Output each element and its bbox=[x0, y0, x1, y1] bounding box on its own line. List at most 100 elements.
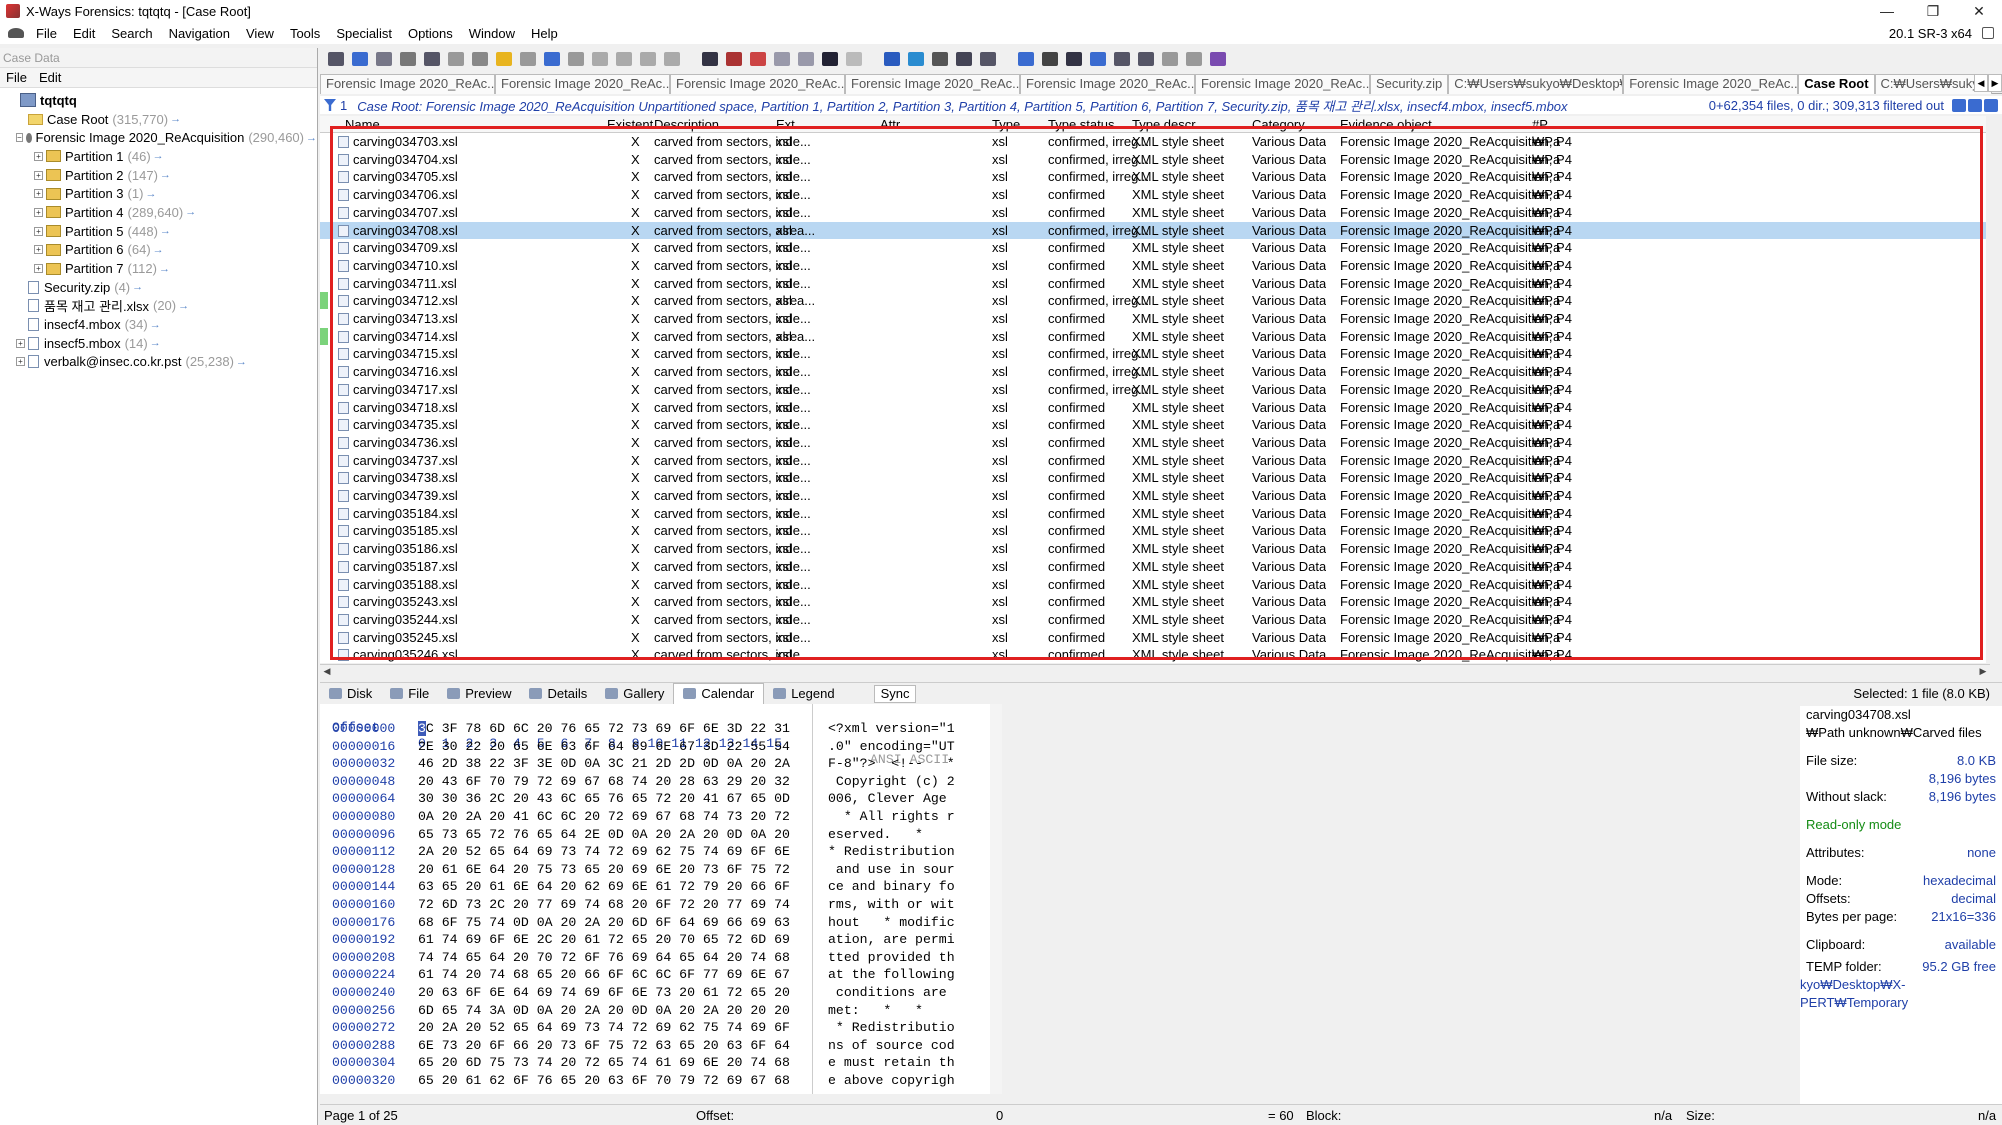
tree-node[interactable]: insecf4.mbox (34) → bbox=[0, 315, 317, 334]
expand-icon[interactable]: + bbox=[34, 245, 43, 255]
toolbar-button-icon[interactable] bbox=[1042, 52, 1058, 66]
tree-node[interactable]: + Partition 1 (46) → bbox=[0, 147, 317, 166]
hex-bytes[interactable]: 6D 65 74 3A 0D 0A 20 2A 20 0D 0A 20 2A 2… bbox=[418, 1002, 790, 1020]
sync-button[interactable]: Sync bbox=[873, 684, 917, 703]
hex-ascii[interactable]: tted provided th bbox=[828, 949, 955, 967]
table-row[interactable]: carving034703.xsl Xcarved from sectors, i… bbox=[320, 133, 1990, 151]
table-row[interactable]: carving034735.xsl Xcarved from sectors, i… bbox=[320, 416, 1990, 434]
app-menu-icon[interactable] bbox=[8, 28, 24, 38]
table-row[interactable]: carving034712.xsl Xcarved from sectors, a… bbox=[320, 292, 1990, 310]
link-arrow-icon[interactable]: → bbox=[145, 188, 156, 200]
hex-ascii[interactable]: * All rights r bbox=[828, 808, 955, 826]
hex-ascii[interactable]: hout * modific bbox=[828, 914, 955, 932]
menu-edit[interactable]: Edit bbox=[65, 26, 103, 41]
hex-ascii[interactable]: <?xml version="1 bbox=[828, 720, 955, 738]
link-arrow-icon[interactable]: → bbox=[178, 300, 189, 312]
tree-node[interactable]: 품목 재고 관리.xlsx (20) → bbox=[0, 297, 317, 316]
tab-8[interactable]: C:₩Users₩sukyo₩Desktop₩품... bbox=[1448, 74, 1624, 94]
hex-bytes[interactable]: 6E 73 20 6F 66 20 73 6F 75 72 63 65 20 6… bbox=[418, 1037, 790, 1055]
hex-bytes[interactable]: 61 74 69 6F 6E 2C 20 61 72 65 20 70 65 7… bbox=[418, 931, 790, 949]
toolbar-button-icon[interactable] bbox=[520, 52, 536, 66]
link-arrow-icon[interactable]: → bbox=[236, 356, 247, 368]
hex-ascii[interactable]: rms, with or wit bbox=[828, 896, 955, 914]
menu-options[interactable]: Options bbox=[400, 26, 461, 41]
tree-node[interactable]: − Forensic Image 2020_ReAcquisition (290,4… bbox=[0, 128, 317, 147]
tree-node[interactable]: + verbalk@insec.co.kr.pst (25,238) → bbox=[0, 353, 317, 372]
table-row[interactable]: carving034708.xsl Xcarved from sectors, a… bbox=[320, 221, 1990, 240]
table-row[interactable]: carving034709.xsl Xcarved from sectors, i… bbox=[320, 239, 1990, 257]
funnel-icon[interactable] bbox=[1984, 98, 1998, 112]
lower-tab-legend[interactable]: Legend bbox=[764, 683, 843, 705]
column-header-1[interactable]: Name bbox=[345, 116, 380, 133]
tab-prev-icon[interactable]: ◀ bbox=[1974, 74, 1988, 92]
toolbar-button-icon[interactable] bbox=[424, 52, 440, 66]
hex-ascii[interactable]: ns of source cod bbox=[828, 1037, 955, 1055]
tree-node[interactable]: Case Root (315,770) → bbox=[0, 110, 317, 129]
hex-bytes[interactable]: 20 61 6E 64 20 75 73 65 20 69 6E 20 73 6… bbox=[418, 861, 790, 879]
hex-ascii[interactable]: ation, are permi bbox=[828, 931, 955, 949]
toolbar-button-icon[interactable] bbox=[884, 52, 900, 66]
hex-view[interactable]: Offset 0 1 2 3 4 5 6 7 8 9 10 11 12 13 1… bbox=[320, 704, 990, 1094]
column-header-3[interactable]: Description bbox=[654, 116, 719, 133]
tree-node[interactable]: + Partition 6 (64) → bbox=[0, 241, 317, 260]
toolbar-button-icon[interactable] bbox=[1138, 52, 1154, 66]
hex-ascii[interactable]: * Redistribution bbox=[828, 843, 955, 861]
menu-window[interactable]: Window bbox=[461, 26, 523, 41]
toolbar-button-icon[interactable] bbox=[328, 52, 344, 66]
toolbar-button-icon[interactable] bbox=[376, 52, 392, 66]
table-row[interactable]: carving034739.xsl Xcarved from sectors, i… bbox=[320, 487, 1990, 505]
table-row[interactable]: carving035188.xsl Xcarved from sectors, i… bbox=[320, 576, 1990, 594]
toolbar-button-icon[interactable] bbox=[702, 52, 718, 66]
hex-scrollbar[interactable] bbox=[990, 704, 1002, 1094]
menu-tools[interactable]: Tools bbox=[282, 26, 328, 41]
table-row[interactable]: carving034714.xsl Xcarved from sectors, a… bbox=[320, 327, 1990, 346]
table-row[interactable]: carving034706.xsl Xcarved from sectors, i… bbox=[320, 186, 1990, 204]
hex-bytes[interactable]: 20 2A 20 52 65 64 69 73 74 72 69 62 75 7… bbox=[418, 1019, 790, 1037]
tab-2[interactable]: Forensic Image 2020_ReAc... bbox=[495, 74, 670, 94]
toolbar-button-icon[interactable] bbox=[956, 52, 972, 66]
hex-bytes[interactable]: 61 74 20 74 68 65 20 66 6F 6C 6C 6F 77 6… bbox=[418, 966, 790, 984]
table-row[interactable]: carving034705.xsl Xcarved from sectors, i… bbox=[320, 168, 1990, 186]
table-row[interactable]: carving035187.xsl Xcarved from sectors, i… bbox=[320, 558, 1990, 576]
toolbar-button-icon[interactable] bbox=[846, 52, 862, 66]
toolbar-button-icon[interactable] bbox=[664, 52, 680, 66]
link-arrow-icon[interactable]: → bbox=[159, 263, 170, 275]
hex-cursor[interactable]: 3 bbox=[418, 721, 426, 736]
hex-ascii[interactable]: .0" encoding="UT bbox=[828, 738, 955, 756]
scroll-left-icon[interactable]: ◀ bbox=[320, 665, 334, 678]
column-header-4[interactable]: Ext. bbox=[776, 116, 798, 133]
restore-button[interactable]: ❐ bbox=[1910, 0, 1956, 22]
hex-bytes[interactable]: 72 6D 73 2C 20 77 69 74 68 20 6F 72 20 7… bbox=[418, 896, 790, 914]
menu-specialist[interactable]: Specialist bbox=[328, 26, 400, 41]
table-row[interactable]: carving034738.xsl Xcarved from sectors, i… bbox=[320, 469, 1990, 487]
expand-icon[interactable]: + bbox=[34, 264, 43, 274]
tree-node[interactable]: + Partition 2 (147) → bbox=[0, 166, 317, 185]
refresh-icon[interactable] bbox=[1952, 98, 1966, 112]
hex-ascii[interactable]: Copyright (c) 2 bbox=[828, 773, 955, 791]
link-arrow-icon[interactable]: → bbox=[132, 281, 143, 293]
hex-bytes[interactable]: 68 6F 75 74 0D 0A 20 2A 20 6D 6F 64 69 6… bbox=[418, 914, 790, 932]
table-row[interactable]: carving034718.xsl Xcarved from sectors, i… bbox=[320, 399, 1990, 417]
toolbar-button-icon[interactable] bbox=[1162, 52, 1178, 66]
close-button[interactable]: ✕ bbox=[1956, 0, 2002, 22]
link-arrow-icon[interactable]: → bbox=[170, 113, 181, 125]
toolbar-button-icon[interactable] bbox=[640, 52, 656, 66]
lower-tab-details[interactable]: Details bbox=[520, 683, 596, 705]
toolbar-button-icon[interactable] bbox=[1066, 52, 1082, 66]
link-arrow-icon[interactable]: → bbox=[306, 132, 317, 144]
case-menu-edit[interactable]: Edit bbox=[33, 68, 67, 87]
table-row[interactable]: carving034737.xsl Xcarved from sectors, i… bbox=[320, 452, 1990, 470]
hex-bytes[interactable]: 65 73 65 72 76 65 64 2E 0D 0A 20 2A 20 0… bbox=[418, 826, 790, 844]
toolbar-button-icon[interactable] bbox=[472, 52, 488, 66]
toolbar-button-icon[interactable] bbox=[568, 52, 584, 66]
column-header-2[interactable]: Existent bbox=[607, 116, 653, 133]
expand-icon[interactable]: + bbox=[34, 207, 43, 217]
minimize-button[interactable]: — bbox=[1864, 0, 1910, 22]
hex-ascii[interactable]: ce and binary fo bbox=[828, 878, 955, 896]
toolbar-button-icon[interactable] bbox=[750, 52, 766, 66]
table-row[interactable]: carving035186.xsl Xcarved from sectors, i… bbox=[320, 540, 1990, 558]
tab-7[interactable]: Security.zip bbox=[1370, 74, 1449, 94]
toolbar-button-icon[interactable] bbox=[726, 52, 742, 66]
list-vertical-scrollbar[interactable] bbox=[1986, 116, 2000, 663]
hex-bytes[interactable]: 63 65 20 61 6E 64 20 62 69 6E 61 72 79 2… bbox=[418, 878, 790, 896]
